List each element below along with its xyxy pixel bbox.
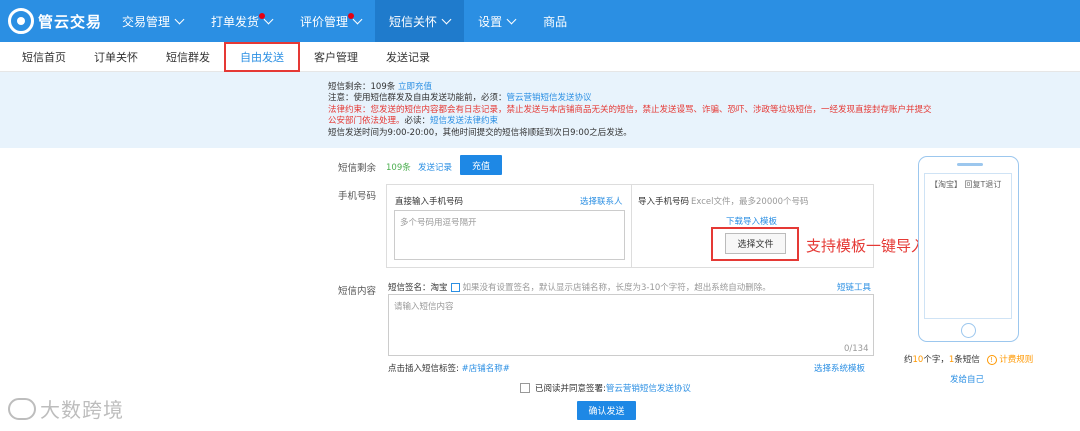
insert-tag-shop-name[interactable]: #店铺名称# (462, 364, 510, 374)
watermark-logo-icon (8, 397, 36, 420)
nav-item-label: 打单发货 (211, 14, 260, 29)
phone-home-button-icon (961, 323, 976, 338)
agree-protocol-link[interactable]: 管云营销短信发送协议 (606, 384, 691, 394)
content-label: 短信内容 (338, 286, 377, 297)
nav-item-label: 评价管理 (300, 14, 349, 29)
subtab-1[interactable]: 订单关怀 (80, 42, 152, 72)
confirm-send-button[interactable]: 确认发送 (577, 401, 636, 420)
send-to-self-link[interactable]: 发给自己 (950, 373, 984, 385)
nav-item-2[interactable]: 评价管理 (286, 0, 375, 42)
edit-icon[interactable] (450, 283, 460, 292)
chevron-down-icon (352, 14, 363, 24)
choose-contact-link[interactable]: 选择联系人 (580, 195, 623, 207)
notice-balance: 短信剩余：109条 (328, 82, 398, 92)
signature-label: 短信签名：淘宝 如果没有设置签名，默认显示店铺名称，长度为3-10个字符，超出系统… (388, 281, 771, 293)
short-link-tool[interactable]: 短链工具 (837, 281, 871, 293)
notice-panel: 短信剩余：109条 立即充值 注意：使用短信群发及自由发送功能前，必须：管云营销… (0, 72, 1080, 148)
download-template-link[interactable]: 下载导入模板 (726, 215, 777, 227)
nav-item-label: 交易管理 (122, 14, 171, 29)
preview-content: 【淘宝】 回复T退订 (930, 180, 1002, 189)
logo-text: 管云交易 (38, 12, 103, 31)
main-nav: 交易管理 打单发货 评价管理 短信关怀 设置 商品 (108, 0, 581, 42)
billing-rule-link[interactable]: 计费规则 (999, 355, 1033, 365)
notice-send-time: 短信发送时间为9:00-20:00，其他时间提交的短信将顺延到次日9:00之后发… (328, 127, 632, 138)
preview-stats: 约10个字，1条短信 ! 计费规则 (904, 353, 1033, 365)
nav-item-3[interactable]: 短信关怀 (375, 0, 465, 42)
annotation-text: 支持模板一键导入 (806, 237, 927, 255)
phone-speaker (957, 163, 983, 166)
agree-text: 已阅读并同意签署: (535, 384, 606, 394)
nav-item-1[interactable]: 打单发货 (197, 0, 286, 42)
phone-screen: 【淘宝】 回复T退订 (924, 173, 1012, 319)
notice-must-read: 必读： (404, 116, 431, 127)
top-navbar: 管云交易 交易管理 打单发货 评价管理 短信关怀 设置 商品 (0, 0, 1080, 42)
subtab-0[interactable]: 短信首页 (8, 42, 80, 72)
notice-legal-tail: 公安部门依法处理。 (328, 116, 405, 127)
import-title: 导入手机号码 (638, 197, 690, 207)
stats-suffix: 条短信 (954, 355, 980, 365)
content-textarea[interactable]: 请输入短信内容 (388, 294, 874, 356)
notice-attention: 注意：使用短信群发及自由发送功能前，必须： (328, 93, 507, 104)
nav-item-label: 短信关怀 (389, 14, 438, 29)
agree-row: 已阅读并同意签署:管云营销短信发送协议 (535, 382, 691, 394)
sub-tabs: 短信首页 订单关怀 短信群发 自由发送 客户管理 发送记录 (0, 41, 1080, 72)
balance-value: 109条 (386, 163, 411, 173)
recharge-button[interactable]: 充值 (460, 155, 502, 175)
subtab-2[interactable]: 短信群发 (152, 42, 224, 72)
watermark: 大数跨境 (8, 394, 124, 423)
legal-constraint-link[interactable]: 短信发送法律约束 (430, 116, 498, 126)
subtab-4[interactable]: 客户管理 (300, 42, 372, 72)
subtab-5[interactable]: 发送记录 (372, 42, 444, 72)
nav-item-5[interactable]: 商品 (529, 0, 581, 42)
stats-chars: 10 (912, 355, 924, 365)
import-hint: Excel文件，最多20000个号码 (691, 197, 809, 207)
signature-text: 短信签名：淘宝 (388, 283, 448, 293)
recharge-now-link[interactable]: 立即充值 (398, 82, 432, 92)
send-record-link[interactable]: 发送记录 (418, 161, 452, 173)
chevron-down-icon (441, 14, 452, 24)
panel-divider (631, 184, 632, 268)
brand-logo[interactable]: 管云交易 (8, 8, 108, 34)
chevron-down-icon (263, 14, 274, 24)
notice-legal: 法律约束：您发送的短信内容都会有日志记录，禁止发送与本店铺商品无关的短信，禁止发… (328, 104, 932, 115)
highlight-box (711, 227, 799, 261)
info-icon: ! (986, 354, 997, 365)
char-counter: 0/134 (844, 344, 869, 354)
choose-template-link[interactable]: 选择系统模板 (814, 362, 865, 374)
nav-item-4[interactable]: 设置 (464, 0, 529, 42)
direct-input-title: 直接输入手机号码 (395, 197, 464, 207)
phone-label: 手机号码 (338, 191, 377, 202)
nav-item-0[interactable]: 交易管理 (108, 0, 197, 42)
chevron-down-icon (506, 14, 517, 24)
insert-tag-row: 点击插入短信标签: #店铺名称# (388, 362, 510, 374)
phone-textarea[interactable]: 多个号码用逗号隔开 (394, 210, 625, 260)
agree-checkbox[interactable] (520, 383, 530, 393)
chevron-down-icon (174, 14, 185, 24)
balance-label: 短信剩余 (338, 163, 377, 174)
logo-icon (8, 8, 34, 34)
phone-preview: 【淘宝】 回复T退订 (918, 156, 1019, 342)
protocol-link[interactable]: 管云营销短信发送协议 (507, 93, 592, 103)
nav-item-label: 设置 (478, 14, 503, 29)
stats-prefix: 约 (904, 355, 913, 365)
watermark-text: 大数跨境 (40, 398, 124, 422)
signature-hint: 如果没有设置签名，默认显示店铺名称，长度为3-10个字符，超出系统自动删除。 (462, 283, 771, 293)
insert-tag-label: 点击插入短信标签: (388, 364, 462, 374)
stats-mid: 个字， (923, 355, 949, 365)
nav-item-label: 商品 (543, 14, 568, 29)
subtab-3[interactable]: 自由发送 (224, 41, 300, 72)
